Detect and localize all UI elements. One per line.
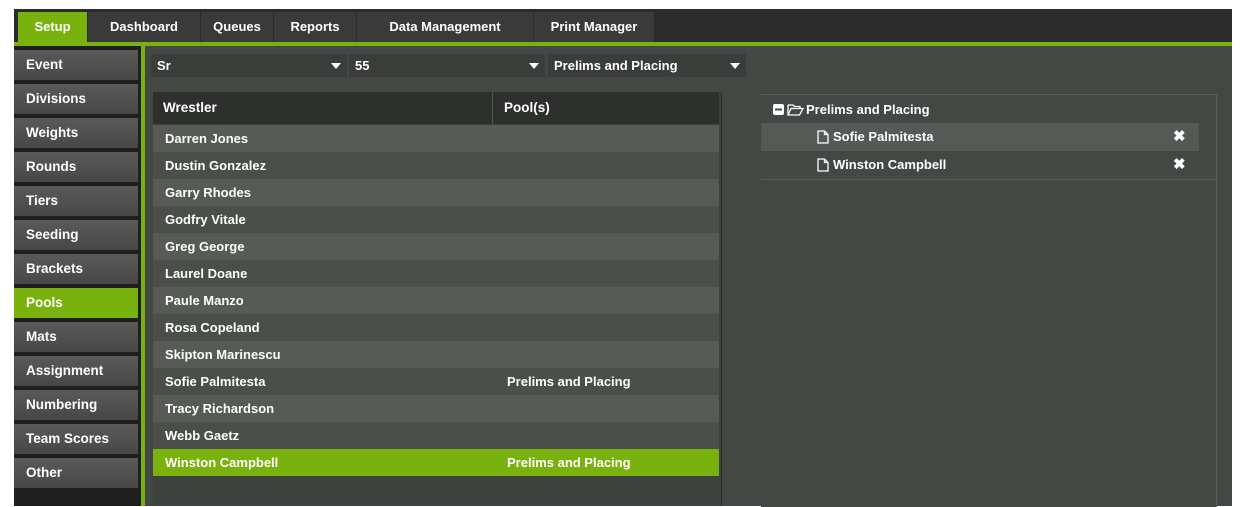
tree-divider bbox=[761, 179, 1216, 180]
wrestler-name: Godfry Vitale bbox=[165, 212, 246, 227]
folder-open-icon bbox=[787, 104, 804, 116]
top-nav-bar: Setup Dashboard Queues Reports Data Manageme… bbox=[14, 9, 1232, 42]
table-row[interactable]: Sofie Palmitesta Prelims and Placing bbox=[153, 368, 719, 395]
tree-item-label: Sofie Palmitesta bbox=[833, 129, 934, 144]
wrestler-name: Sofie Palmitesta bbox=[165, 374, 266, 389]
sidebar-item-event[interactable]: Event bbox=[14, 50, 138, 80]
app-window: Setup Dashboard Queues Reports Data Manageme… bbox=[0, 0, 1246, 507]
wrestler-name: Laurel Doane bbox=[165, 266, 248, 281]
wrestler-grid: Wrestler Pool(s) Darren Jones Dustin Gonz… bbox=[153, 92, 722, 506]
table-row[interactable]: Dustin Gonzalez bbox=[153, 152, 719, 179]
wrestler-name: Skipton Marinescu bbox=[165, 347, 281, 362]
table-row[interactable]: Godfry Vitale bbox=[153, 206, 719, 233]
table-row[interactable]: Garry Rhodes bbox=[153, 179, 719, 206]
wrestler-name: Garry Rhodes bbox=[165, 185, 251, 200]
chevron-down-icon bbox=[529, 63, 539, 69]
sidebar-item-other[interactable]: Other bbox=[14, 458, 138, 488]
division-value: Sr bbox=[157, 58, 171, 73]
pool-tree: Prelims and Placing Sofie Palmitesta ✖ Win… bbox=[761, 94, 1217, 507]
pool-assignment: Prelims and Placing bbox=[507, 374, 631, 389]
tab-queues[interactable]: Queues bbox=[201, 12, 273, 42]
sidebar-item-numbering[interactable]: Numbering bbox=[14, 390, 138, 420]
sidebar-item-weights[interactable]: Weights bbox=[14, 118, 138, 148]
sidebar-item-mats[interactable]: Mats bbox=[14, 322, 138, 352]
wrestler-name: Greg George bbox=[165, 239, 245, 254]
wrestler-name: Dustin Gonzalez bbox=[165, 158, 267, 173]
sidebar-item-assignment[interactable]: Assignment bbox=[14, 356, 138, 386]
file-icon bbox=[817, 130, 829, 144]
tree-item[interactable]: Winston Campbell ✖ bbox=[761, 151, 1199, 179]
sidebar-item-tiers[interactable]: Tiers bbox=[14, 186, 138, 216]
chevron-down-icon bbox=[331, 63, 341, 69]
table-row[interactable]: Skipton Marinescu bbox=[153, 341, 719, 368]
weight-value: 55 bbox=[355, 58, 370, 73]
wrestler-name: Winston Campbell bbox=[165, 455, 279, 470]
collapse-icon[interactable] bbox=[773, 104, 784, 115]
chevron-down-icon bbox=[730, 63, 740, 69]
sidebar-item-brackets[interactable]: Brackets bbox=[14, 254, 138, 284]
grid-header: Wrestler Pool(s) bbox=[153, 92, 719, 124]
file-icon bbox=[817, 158, 829, 172]
wrestler-name: Tracy Richardson bbox=[165, 401, 275, 416]
sidebar: Event Divisions Weights Rounds Tiers Seeding B… bbox=[14, 46, 141, 506]
column-header-wrestler[interactable]: Wrestler bbox=[153, 92, 493, 124]
tab-dashboard[interactable]: Dashboard bbox=[88, 12, 200, 42]
sidebar-item-team-scores[interactable]: Team Scores bbox=[14, 424, 138, 454]
table-row[interactable]: Winston Campbell Prelims and Placing bbox=[153, 449, 719, 476]
wrestler-name: Paule Manzo bbox=[165, 293, 244, 308]
sidebar-item-divisions[interactable]: Divisions bbox=[14, 84, 138, 114]
wrestler-name: Darren Jones bbox=[165, 131, 249, 146]
table-row[interactable]: Tracy Richardson bbox=[153, 395, 719, 422]
remove-icon[interactable]: ✖ bbox=[1173, 123, 1186, 151]
sidebar-item-pools[interactable]: Pools bbox=[14, 288, 138, 318]
table-row[interactable]: Rosa Copeland bbox=[153, 314, 719, 341]
table-row[interactable]: Darren Jones bbox=[153, 125, 719, 152]
remove-icon[interactable]: ✖ bbox=[1173, 151, 1186, 179]
tree-item-label: Winston Campbell bbox=[833, 157, 947, 172]
sidebar-item-seeding[interactable]: Seeding bbox=[14, 220, 138, 250]
main-content: Sr 55 Prelims and Placing Wrestler Pool(… bbox=[145, 46, 1232, 507]
pool-value: Prelims and Placing bbox=[554, 58, 678, 73]
table-row[interactable]: Webb Gaetz bbox=[153, 422, 719, 449]
tab-print-manager[interactable]: Print Manager bbox=[534, 12, 654, 42]
table-row[interactable]: Paule Manzo bbox=[153, 287, 719, 314]
sidebar-item-rounds[interactable]: Rounds bbox=[14, 152, 138, 182]
wrestler-name: Webb Gaetz bbox=[165, 428, 240, 443]
pool-dropdown[interactable]: Prelims and Placing bbox=[548, 54, 746, 77]
tree-root-label: Prelims and Placing bbox=[806, 102, 930, 117]
column-header-pools[interactable]: Pool(s) bbox=[494, 92, 719, 124]
table-row[interactable]: Laurel Doane bbox=[153, 260, 719, 287]
division-dropdown[interactable]: Sr bbox=[151, 54, 347, 77]
tab-data-management[interactable]: Data Management bbox=[357, 12, 533, 42]
table-row[interactable]: Greg George bbox=[153, 233, 719, 260]
tree-item[interactable]: Sofie Palmitesta ✖ bbox=[761, 123, 1199, 151]
tab-reports[interactable]: Reports bbox=[274, 12, 356, 42]
wrestler-name: Rosa Copeland bbox=[165, 320, 260, 335]
weight-dropdown[interactable]: 55 bbox=[349, 54, 545, 77]
tab-setup[interactable]: Setup bbox=[18, 12, 87, 42]
pool-assignment: Prelims and Placing bbox=[507, 455, 631, 470]
